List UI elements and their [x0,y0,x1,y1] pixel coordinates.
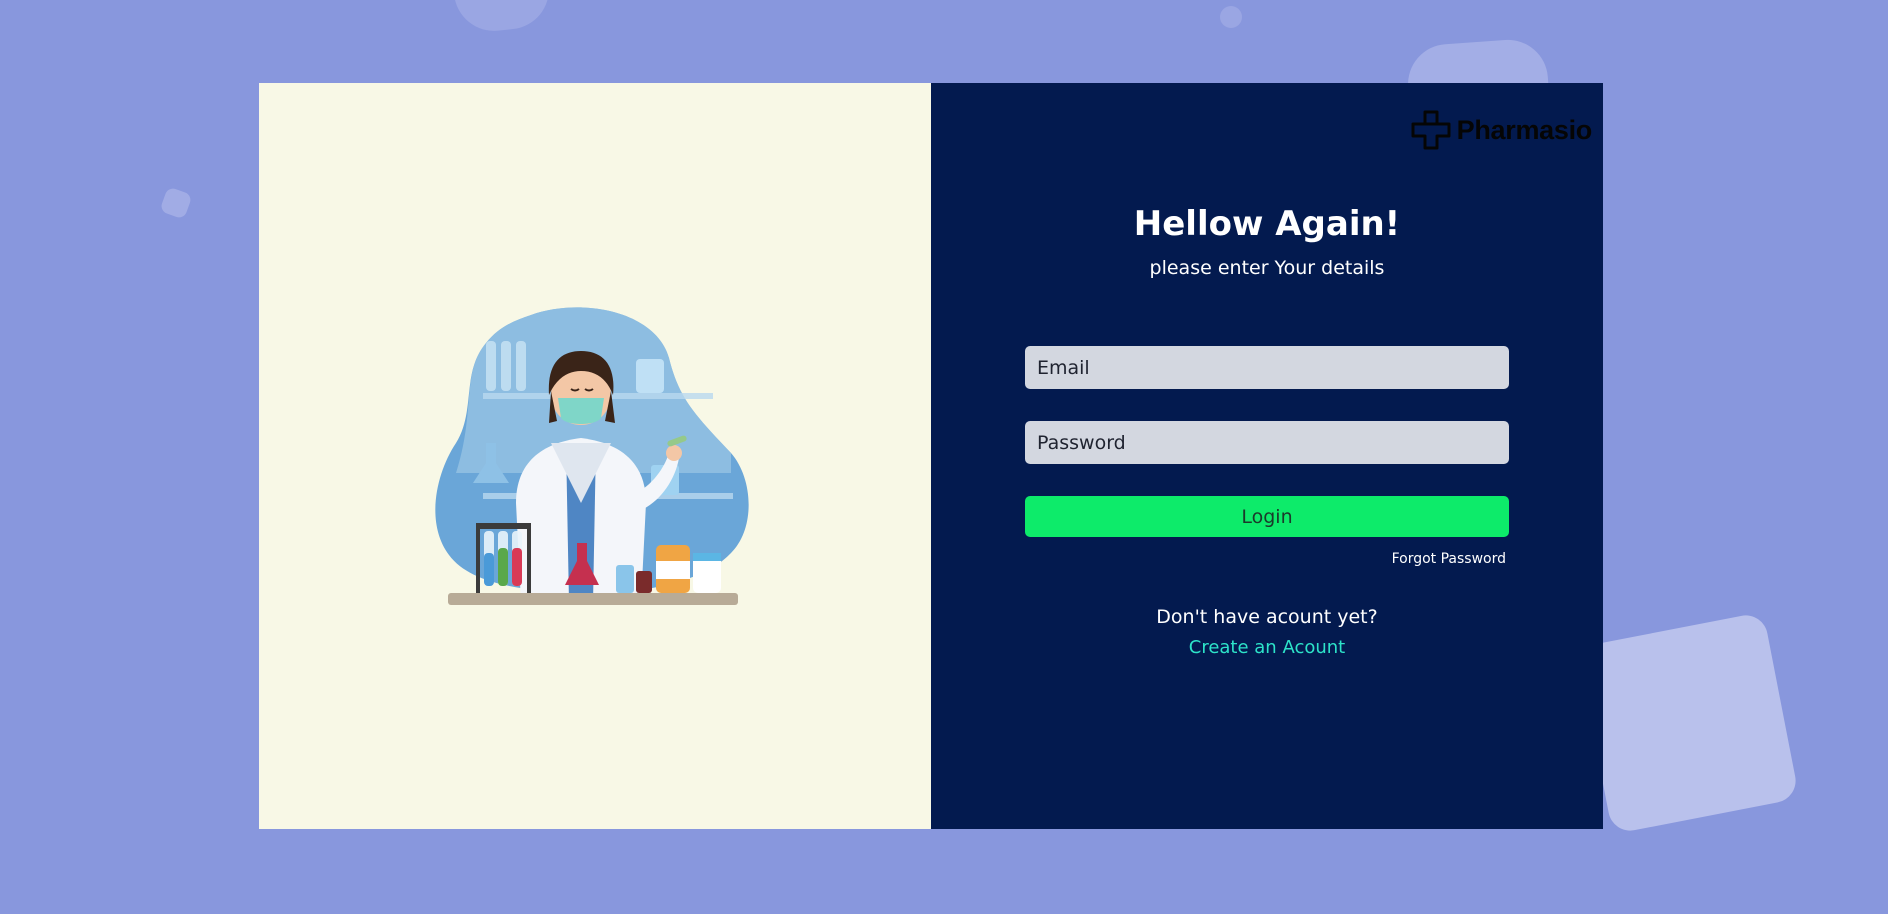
login-card: Pharmasio Hellow Again! please enter You… [259,83,1603,829]
create-account-link[interactable]: Create an Acount [931,637,1603,658]
brand-name: Pharmasio [1456,114,1593,145]
no-account-text: Don't have acount yet? [1156,606,1378,628]
background-blob [1576,611,1800,835]
page-subtitle: please enter Your details [1149,257,1385,279]
forgot-password-link[interactable]: Forgot Password [1392,551,1506,567]
login-button[interactable]: Login [1025,496,1509,537]
background-blob [159,186,193,220]
page-title: Hellow Again! [1133,204,1401,244]
illustration-panel [259,83,931,829]
password-field[interactable] [1025,421,1509,464]
pharmacist-illustration [435,307,749,605]
medical-cross-icon [1411,110,1451,150]
login-panel: Pharmasio Hellow Again! please enter You… [931,83,1603,829]
background-blob [1220,6,1242,28]
background-blob [452,0,553,35]
email-field[interactable] [1025,346,1509,389]
brand-logo: Pharmasio [1411,110,1592,150]
